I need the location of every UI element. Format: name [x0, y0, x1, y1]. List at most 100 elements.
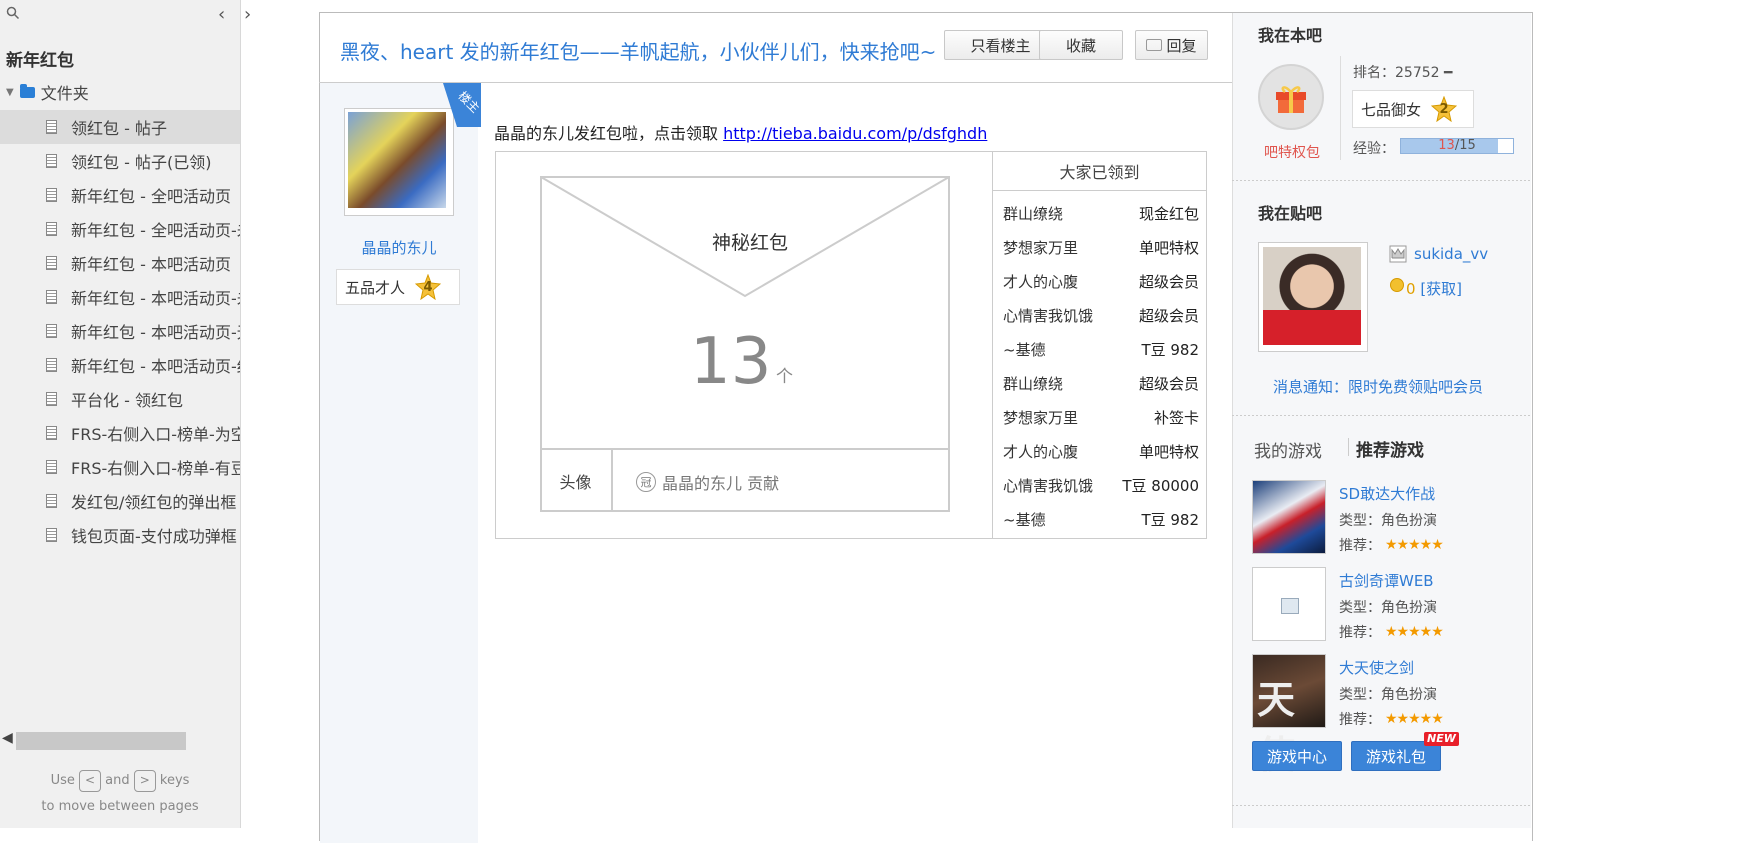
page-list-item[interactable]: FRS-右侧入口-榜单-有豆 [0, 450, 240, 484]
page-label: 领红包 - 帖子 [71, 119, 167, 138]
page-list-item[interactable]: 发红包/领红包的弹出框 [0, 484, 240, 518]
received-user: 才人的心腹 [1003, 443, 1079, 461]
page-icon [46, 358, 57, 372]
page-list-item[interactable]: 平台化 - 领红包 [0, 382, 240, 416]
keyboard-hint: Use < and > keys to move between pages [0, 768, 240, 820]
page-icon [46, 528, 57, 542]
page-label: FRS-右侧入口-榜单-为空 [71, 425, 240, 444]
received-user: 心情害我饥饿 [1003, 307, 1094, 325]
received-prize: 超级会员 [1138, 273, 1199, 291]
crown-icon [1389, 245, 1407, 263]
redpacket-label: 神秘红包 [711, 232, 788, 254]
hint-text: and [105, 773, 130, 788]
username[interactable]: sukida_vv [1414, 245, 1488, 263]
page-label: FRS-右侧入口-榜单-有豆 [71, 459, 240, 478]
reply-button[interactable]: 回复 [1135, 30, 1208, 60]
page-list-item[interactable]: 领红包 - 帖子 [0, 110, 240, 144]
avatar-placeholder: 头像 [540, 450, 613, 512]
page-list: 领红包 - 帖子 领红包 - 帖子(已领) 新年红包 - 全吧活动页 新年红包 … [0, 110, 240, 552]
favorite-button[interactable]: 收藏 [1039, 30, 1123, 60]
tab-my-games[interactable]: 我的游戏 [1254, 437, 1322, 462]
contributor-line: 冠 晶晶的东儿 贡献 [636, 470, 779, 494]
redpacket-link[interactable]: http://tieba.baidu.com/p/dsfghdh [723, 124, 987, 143]
user-avatar-detail [1263, 310, 1361, 345]
chevron-right-icon[interactable]: › [244, 4, 251, 25]
received-user: ~基德 [1003, 511, 1046, 529]
page-label: 发红包/领红包的弹出框 [71, 493, 237, 512]
exp-total: /15 [1454, 138, 1476, 153]
level-number: 2 [1439, 101, 1449, 117]
triangle-down-icon[interactable]: ▼ [6, 87, 14, 98]
page-icon [46, 290, 57, 304]
game-name[interactable]: 古剑奇谭WEB [1339, 570, 1434, 591]
game-rating: 推荐： ★★★★★ [1339, 535, 1444, 555]
page-icon [46, 494, 57, 508]
game-name[interactable]: 大天使之剑 [1339, 657, 1414, 678]
page-list-item[interactable]: FRS-右侧入口-榜单-为空 [0, 416, 240, 450]
received-prize: 现金红包 [1138, 205, 1199, 223]
page-list-item[interactable]: 新年红包 - 本吧活动页-红包 [0, 348, 240, 382]
game-type: 类型：角色扮演 [1339, 600, 1437, 616]
notice-link[interactable]: 消息通知：限时免费领贴吧会员 [1273, 376, 1483, 397]
divider [1232, 805, 1530, 806]
page-list-item[interactable]: 新年红包 - 本吧活动页 [0, 246, 240, 280]
received-prize: T豆 982 [1141, 511, 1199, 529]
horizontal-scrollbar-thumb[interactable] [16, 732, 186, 750]
post-title[interactable]: 黑夜、heart 发的新年红包——羊帆起航，小伙伴儿们，快来抢吧~ [340, 36, 936, 65]
divider [1232, 180, 1530, 181]
page-list-item[interactable]: 新年红包 - 全吧活动页-未领 [0, 212, 240, 246]
tab-recommended-games[interactable]: 推荐游戏 [1356, 436, 1424, 461]
list-item: ~基德 T豆 982 [1003, 509, 1199, 543]
folder-item[interactable]: ▼ 文件夹 [6, 80, 89, 104]
divider [1340, 56, 1341, 160]
game-type: 类型：角色扮演 [1339, 687, 1437, 703]
new-badge: NEW [1424, 732, 1459, 746]
page-label: 新年红包 - 全吧活动页-未领 [71, 221, 240, 240]
chevron-left-icon[interactable]: ‹ [218, 4, 225, 25]
received-prize: 单吧特权 [1138, 239, 1199, 257]
reply-label: 回复 [1166, 36, 1197, 55]
scroll-left-icon[interactable]: ◀ [2, 730, 13, 746]
coin-icon [1390, 278, 1404, 292]
hint-text: Use [50, 773, 75, 788]
search-icon[interactable] [6, 6, 20, 20]
page-list-item[interactable]: 新年红包 - 全吧活动页 [0, 178, 240, 212]
page-list-item[interactable]: 钱包页面-支付成功弹框 [0, 518, 240, 552]
game-center-button[interactable]: 游戏中心 [1252, 741, 1342, 771]
author-rank-badge: 五品才人 4 [336, 269, 460, 305]
broken-image-icon [1281, 598, 1299, 614]
exp-progress-text: 13/15 [1400, 138, 1514, 154]
in-bar-heading: 我在本吧 [1258, 26, 1323, 45]
page-icon [46, 154, 57, 168]
envelope-icon[interactable] [540, 176, 950, 450]
received-user: 群山缭绕 [1003, 375, 1064, 393]
game-name[interactable]: SD敢达大作战 [1339, 483, 1435, 504]
key-prev-icon: < [79, 769, 101, 792]
in-tieba-heading: 我在贴吧 [1258, 204, 1323, 223]
list-item: 才人的心腹 超级会员 [1003, 271, 1199, 305]
page-label: 新年红包 - 本吧活动页-未领 [71, 289, 240, 308]
received-user: 群山缭绕 [1003, 205, 1064, 223]
gift-icon[interactable] [1274, 82, 1308, 114]
page-icon [46, 188, 57, 202]
page-list-item[interactable]: 新年红包 - 本吧活动页-无人 [0, 314, 240, 348]
page-list-item[interactable]: 领红包 - 帖子(已领) [0, 144, 240, 178]
page-label: 新年红包 - 本吧活动页 [71, 255, 231, 274]
game-thumbnail[interactable] [1252, 480, 1326, 554]
privilege-label[interactable]: 吧特权包 [1264, 142, 1320, 162]
received-user: 梦想家万里 [1003, 409, 1079, 427]
exp-current: 13 [1438, 138, 1455, 153]
coin-get-link[interactable]: [获取] [1420, 280, 1462, 298]
page-list-item[interactable]: 新年红包 - 本吧活动页-未领 [0, 280, 240, 314]
page-icon [46, 120, 57, 134]
coin-count: 0 [1406, 280, 1416, 298]
hint-text: to move between pages [41, 799, 199, 814]
page-label: 新年红包 - 全吧活动页 [71, 187, 231, 206]
page-icon [46, 460, 57, 474]
game-rating: 推荐： ★★★★★ [1339, 622, 1444, 642]
game-thumbnail[interactable]: 天使 [1252, 654, 1326, 777]
author-name[interactable]: 晶晶的东儿 [344, 237, 454, 258]
received-prize: T豆 982 [1141, 341, 1199, 359]
level-number: 4 [423, 279, 433, 295]
rank-badge: 七品御女 2 [1352, 90, 1474, 128]
